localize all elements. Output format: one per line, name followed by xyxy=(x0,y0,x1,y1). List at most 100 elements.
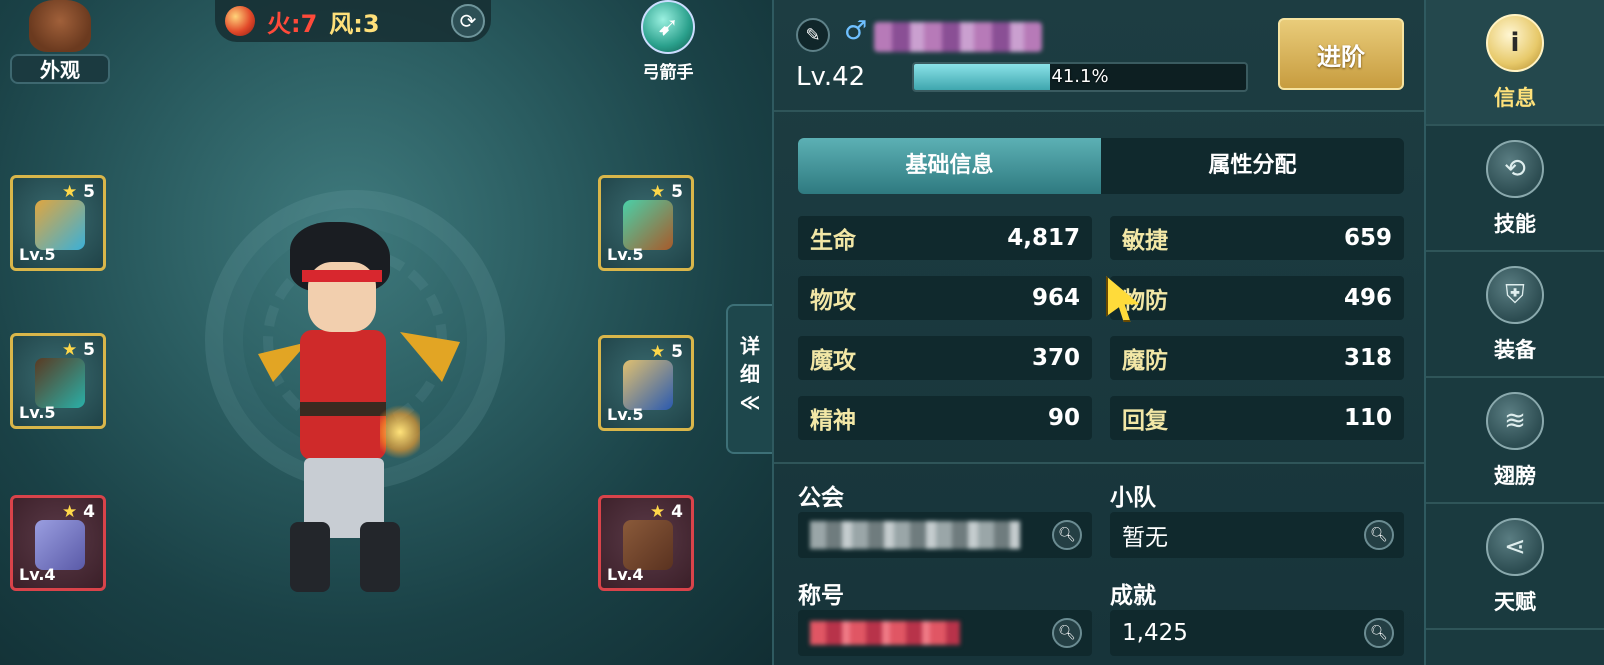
player-header: ✎ ♂ Lv.42 41.1% 进阶 xyxy=(774,0,1426,112)
title-block: 称号 🔍︎ xyxy=(798,576,1092,656)
stat-value: 318 xyxy=(1343,345,1392,371)
stat-label: 生命 xyxy=(810,228,856,254)
equipment-slot-bow[interactable]: ★ 5 Lv.5 xyxy=(10,333,106,429)
item-stars: 4 xyxy=(671,502,683,522)
stats-row: 物攻 964 物防 496 xyxy=(798,276,1404,320)
stat-spirit: 精神 90 xyxy=(798,396,1092,440)
sidebar-item-skills[interactable]: ⟲ 技能 xyxy=(1426,126,1604,252)
player-level: Lv.42 xyxy=(796,62,866,92)
item-level: Lv.5 xyxy=(19,403,56,422)
exp-text: 41.1% xyxy=(1051,66,1109,87)
stat-label: 魔防 xyxy=(1122,348,1168,374)
refresh-icon[interactable]: ⟳ xyxy=(451,4,485,38)
sidebar-item-wings[interactable]: ≋ 翅膀 xyxy=(1426,378,1604,504)
helmet-icon xyxy=(35,520,85,570)
stat-agility: 敏捷 659 xyxy=(1110,216,1404,260)
sidebar-item-info[interactable]: i 信息 xyxy=(1426,0,1604,126)
sidebar-item-label: 装备 xyxy=(1494,338,1536,362)
wind-count: 风:3 xyxy=(329,9,380,38)
stat-magic-attack: 魔攻 370 xyxy=(798,336,1092,380)
hat-icon xyxy=(29,0,91,52)
bow-class-icon: ➹ xyxy=(641,0,695,54)
equipment-slot-boots[interactable]: ★ 4 Lv.4 xyxy=(598,495,694,591)
equipment-slot-helmet[interactable]: ★ 4 Lv.4 xyxy=(10,495,106,591)
chevron-left-icon: ≪ xyxy=(739,390,761,414)
sidebar-item-talent[interactable]: ⋖ 天赋 xyxy=(1426,504,1604,630)
fire-count: 火:7 xyxy=(267,9,318,38)
stat-recovery: 回复 110 xyxy=(1110,396,1404,440)
sidebar-item-label: 技能 xyxy=(1494,212,1536,236)
stat-value: 496 xyxy=(1343,285,1392,311)
title-name-blurred xyxy=(810,621,960,645)
appearance-label: 外观 xyxy=(10,54,110,84)
title-label: 称号 xyxy=(798,583,844,609)
stat-value: 964 xyxy=(1031,285,1080,311)
stat-value: 370 xyxy=(1031,345,1080,371)
guild-field: 🔍︎ xyxy=(798,512,1092,558)
search-icon[interactable]: 🔍︎ xyxy=(1052,618,1082,648)
stat-physical-defense: 物防 496 xyxy=(1110,276,1404,320)
search-icon[interactable]: 🔍︎ xyxy=(1052,520,1082,550)
item-stars: 5 xyxy=(671,342,683,362)
stats-row: 精神 90 回复 110 xyxy=(798,396,1404,440)
guild-label: 公会 xyxy=(798,485,844,511)
detail-label-2: 细 xyxy=(740,362,760,386)
stat-magic-defense: 魔防 318 xyxy=(1110,336,1404,380)
tab-basic-info[interactable]: 基础信息 xyxy=(798,138,1101,194)
appearance-button[interactable]: 外观 xyxy=(10,0,110,84)
hero-character[interactable] xyxy=(258,222,460,602)
title-field: 🔍︎ xyxy=(798,610,1092,656)
stat-value: 4,817 xyxy=(1007,225,1080,251)
search-icon[interactable]: 🔍︎ xyxy=(1364,618,1394,648)
item-level: Lv.5 xyxy=(19,245,56,264)
skill-icon: ⟲ xyxy=(1486,140,1544,198)
stat-value: 110 xyxy=(1343,405,1392,431)
sidebar-item-label: 翅膀 xyxy=(1494,464,1536,488)
stat-hp: 生命 4,817 xyxy=(798,216,1092,260)
edit-name-icon[interactable]: ✎ xyxy=(796,18,830,52)
sidebar-item-label: 信息 xyxy=(1494,86,1536,110)
equipment-icon: ⛨ xyxy=(1486,266,1544,324)
detail-toggle[interactable]: 详 细 ≪ xyxy=(726,304,772,454)
stat-label: 魔攻 xyxy=(810,348,856,374)
item-stars: 5 xyxy=(671,182,683,202)
stat-label: 敏捷 xyxy=(1122,228,1168,254)
character-scene: 外观 火:7 风:3 ⟳ ➹ 弓箭手 ★ 5 Lv.5 ★ 5 Lv.5 ★ 4… xyxy=(0,0,772,665)
talent-icon: ⋖ xyxy=(1486,518,1544,576)
bow-icon xyxy=(35,358,85,408)
stats-row: 魔攻 370 魔防 318 xyxy=(798,336,1404,380)
search-icon[interactable]: 🔍︎ xyxy=(1364,520,1394,550)
stat-label: 物攻 xyxy=(810,288,856,314)
stat-physical-attack: 物攻 964 xyxy=(798,276,1092,320)
equipment-slot-armor[interactable]: ★ 5 Lv.5 xyxy=(598,335,694,431)
item-level: Lv.4 xyxy=(607,565,644,584)
stats-grid: 生命 4,817 敏捷 659 物攻 964 物防 496 魔攻 370 魔防 … xyxy=(798,216,1404,456)
item-stars: 5 xyxy=(83,182,95,202)
item-stars: 5 xyxy=(83,340,95,360)
guild-name-blurred xyxy=(810,521,1020,549)
achievement-field: 1,425 🔍︎ xyxy=(1110,610,1404,656)
team-label: 小队 xyxy=(1110,485,1156,511)
equipment-slot-ring[interactable]: ★ 5 Lv.5 xyxy=(598,175,694,271)
item-level: Lv.5 xyxy=(607,405,644,424)
achievement-value: 1,425 xyxy=(1122,620,1188,646)
stat-label: 精神 xyxy=(810,408,856,434)
sidebar-nav: i 信息 ⟲ 技能 ⛨ 装备 ≋ 翅膀 ⋖ 天赋 xyxy=(1424,0,1604,665)
arrow-quiver-icon xyxy=(35,200,85,250)
stat-value: 659 xyxy=(1343,225,1392,251)
class-badge[interactable]: ➹ 弓箭手 xyxy=(628,0,708,83)
achievement-label: 成就 xyxy=(1110,583,1156,609)
male-gender-icon: ♂ xyxy=(844,16,868,46)
team-value: 暂无 xyxy=(1122,525,1168,551)
equipment-slot-weapon-arrow[interactable]: ★ 5 Lv.5 xyxy=(10,175,106,271)
player-name-blurred xyxy=(874,22,1042,52)
sidebar-item-equipment[interactable]: ⛨ 装备 xyxy=(1426,252,1604,378)
info-tabs: 基础信息 属性分配 xyxy=(798,138,1404,194)
advance-button[interactable]: 进阶 xyxy=(1278,18,1404,90)
tab-attribute-allocation[interactable]: 属性分配 xyxy=(1101,138,1404,194)
stat-label: 回复 xyxy=(1122,408,1168,434)
team-field: 暂无 🔍︎ xyxy=(1110,512,1404,558)
info-panel: ✎ ♂ Lv.42 41.1% 进阶 基础信息 属性分配 生命 4,817 敏捷… xyxy=(772,0,1426,665)
boots-icon xyxy=(623,520,673,570)
exp-progress-bar: 41.1% xyxy=(912,62,1248,92)
